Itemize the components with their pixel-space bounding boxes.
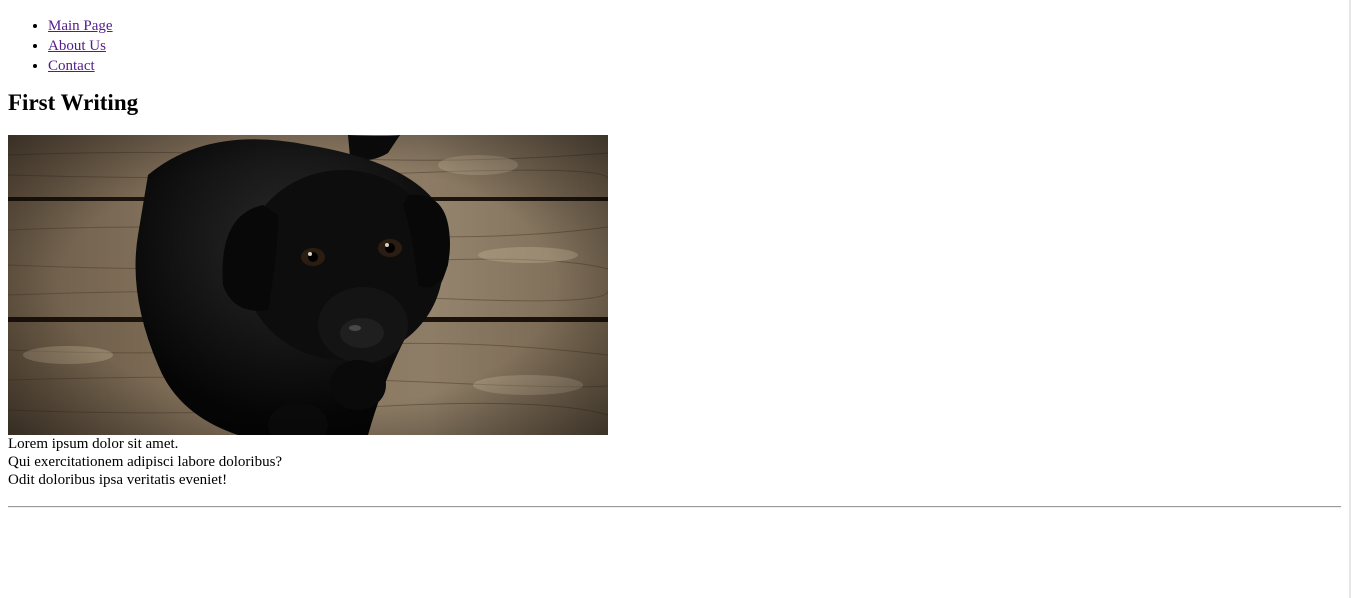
article-title: First Writing — [8, 90, 139, 115]
page-content: Main Page About Us Contact First Writing — [8, 16, 1341, 508]
nav-item-contact: Contact — [48, 56, 1341, 76]
nav-item-main-page: Main Page — [48, 16, 1341, 36]
article-paragraph-1: Lorem ipsum dolor sit amet. — [8, 436, 179, 452]
horizontal-rule — [8, 506, 1341, 508]
nav-link-contact[interactable]: Contact — [48, 58, 95, 74]
nav-link-about-us[interactable]: About Us — [48, 38, 106, 54]
article-paragraph-3: Odit doloribus ipsa veritatis eveniet! — [8, 472, 228, 488]
nav-item-about-us: About Us — [48, 36, 1341, 56]
article-paragraph-2: Qui exercitationem adipisci labore dolor… — [8, 454, 283, 470]
nav-list: Main Page About Us Contact — [8, 16, 1341, 76]
nav-link-main-page[interactable]: Main Page — [48, 18, 113, 34]
puppy-image — [8, 135, 608, 435]
